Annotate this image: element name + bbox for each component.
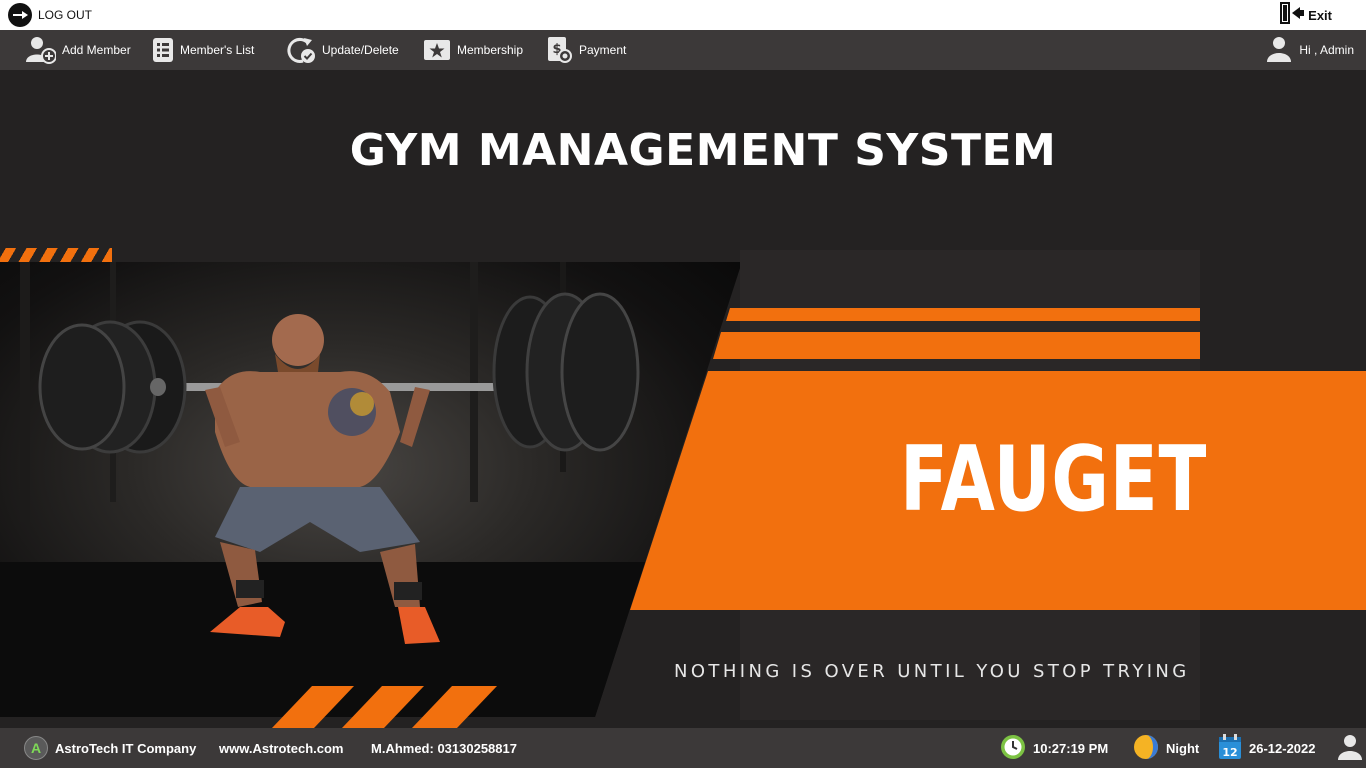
- user-icon: [1338, 734, 1362, 763]
- calendar-day: 12: [1222, 746, 1237, 759]
- nav-membership[interactable]: Membership: [423, 30, 523, 70]
- add-user-icon: [26, 36, 56, 64]
- nav-add-member[interactable]: Add Member: [26, 30, 131, 70]
- orange-stripe-accent-bottom: [272, 686, 497, 728]
- date-display: 12 26-12-2022: [1218, 728, 1316, 768]
- period-text: Night: [1166, 740, 1200, 756]
- user-avatar-icon: [1267, 36, 1292, 65]
- clock-icon: [1000, 734, 1026, 763]
- dashboard-banner: GYM MANAGEMENT SYSTEM FAUGET NOTHING IS …: [0, 70, 1366, 728]
- user-greeting: Hi , Admin: [1267, 30, 1354, 70]
- greeting-text: Hi , Admin: [1299, 43, 1354, 57]
- exit-button[interactable]: Exit: [1278, 1, 1332, 30]
- time-text: 10:27:19 PM: [1033, 740, 1109, 756]
- orange-bar-thin: [726, 308, 1200, 321]
- exit-door-icon: [1278, 1, 1305, 30]
- top-bar: LOG OUT Exit: [0, 0, 1366, 30]
- tagline: NOTHING IS OVER UNTIL YOU STOP TRYING: [674, 661, 1190, 682]
- nav-members-list[interactable]: Member's List: [152, 30, 254, 70]
- nav-payment[interactable]: $ Payment: [547, 30, 626, 70]
- page-title: GYM MANAGEMENT SYSTEM: [349, 125, 1057, 176]
- status-bar: A AstroTech IT Company www.Astrotech.com…: [0, 728, 1366, 768]
- company-name: AstroTech IT Company: [55, 740, 197, 756]
- money-icon: $: [547, 36, 573, 64]
- star-card-icon: [423, 39, 451, 61]
- company-info: A AstroTech IT Company: [24, 728, 196, 768]
- main-menu-bar: Add Member Member's List Update/Delete M…: [0, 30, 1366, 70]
- sun-moon-icon: [1133, 734, 1159, 763]
- calendar-icon: 12: [1218, 733, 1242, 763]
- nav-label: Update/Delete: [322, 43, 399, 57]
- refresh-check-icon: [286, 36, 316, 64]
- logout-button[interactable]: LOG OUT: [8, 3, 92, 27]
- weightlifter-photo: [0, 262, 740, 717]
- logout-label: LOG OUT: [38, 8, 93, 22]
- orange-bar-medium: [713, 332, 1200, 359]
- orange-stripe-accent: [0, 248, 112, 262]
- logout-icon: [8, 3, 32, 27]
- nav-label: Payment: [579, 43, 627, 57]
- nav-label: Member's List: [180, 43, 255, 57]
- company-website: www.Astrotech.com: [219, 740, 344, 756]
- user-profile-button[interactable]: [1338, 728, 1362, 768]
- exit-label: Exit: [1308, 7, 1332, 23]
- company-logo-icon: A: [24, 736, 48, 760]
- clock-display: 10:27:19 PM: [1000, 728, 1108, 768]
- contact-info: M.Ahmed: 03130258817: [371, 740, 517, 756]
- brand-name: FAUGET: [900, 427, 1208, 532]
- date-text: 26-12-2022: [1249, 740, 1316, 756]
- nav-label: Membership: [457, 43, 524, 57]
- nav-update-delete[interactable]: Update/Delete: [286, 30, 399, 70]
- day-period: Night: [1133, 728, 1199, 768]
- nav-label: Add Member: [62, 43, 131, 57]
- list-icon: [152, 37, 174, 63]
